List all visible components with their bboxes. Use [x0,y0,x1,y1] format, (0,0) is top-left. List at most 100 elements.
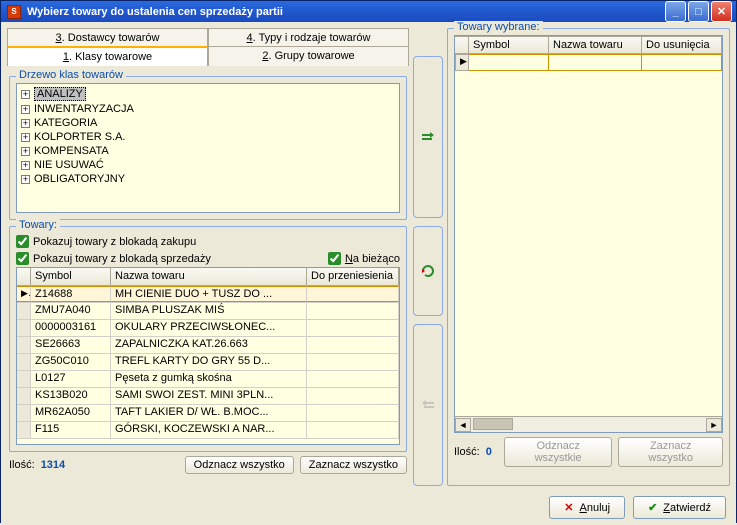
row-indicator [17,405,31,421]
expand-icon[interactable]: + [21,119,30,128]
table-row[interactable]: 0000003161OKULARY PRZECIWSŁONEC... [17,320,399,337]
towary-frame: Towary: Pokazuj towary z blokadą zakupu … [9,226,407,452]
table-row[interactable]: L0127Pęseta z gumką skośna [17,371,399,388]
tab-groups[interactable]: 2. Grupy towarowe [208,46,409,66]
table-row[interactable]: MR62A050TAFT LAKIER D/ WŁ. B.MOC... [17,405,399,422]
anuluj-button[interactable]: ✕Anuluj [549,496,625,519]
sg-header-nazwa[interactable]: Nazwa towaru [549,36,642,54]
bottom-bar: ✕Anuluj ✔Zatwierdź [7,486,730,519]
selected-grid[interactable]: Symbol Nazwa towaru Do usunięcia ▶ [454,35,723,433]
r-odznacz-button: Odznacz wszystkie [504,437,613,467]
expand-icon[interactable]: + [21,105,30,114]
cell-nazwa: TAFT LAKIER D/ WŁ. B.MOC... [111,405,307,421]
grid-header-nazwa[interactable]: Nazwa towaru [111,268,307,285]
expand-icon[interactable]: + [21,175,30,184]
table-row[interactable]: ZMU7A040SIMBA PLUSZAK MIŚ [17,303,399,320]
middle-panel [413,28,443,486]
tree-item[interactable]: +INWENTARYZACJA [21,102,395,116]
cell-symbol: KS13B020 [31,388,111,404]
right-footer: Ilość: 0 Odznacz wszystkie Zaznacz wszys… [454,433,723,467]
cell-symbol: MR62A050 [31,405,111,421]
check-na-biezaco-box[interactable] [328,252,341,265]
grid-header-symbol[interactable]: Symbol [31,268,111,285]
tree-item[interactable]: +KOMPENSATA [21,144,395,158]
tab-classes[interactable]: 1. Klasy towarowe [7,46,208,66]
table-row[interactable]: SE26663ZAPALNICZKA KAT.26.663 [17,337,399,354]
row-indicator [17,371,31,387]
selected-frame: Towary wybrane: Symbol Nazwa towaru Do u… [447,28,730,486]
tab-container: 3. Dostawcy towarów 4. Typy i rodzaje to… [7,28,409,66]
tab-types[interactable]: 4. Typy i rodzaje towarów [208,28,409,47]
zaznacz-wszystko-button[interactable]: Zaznacz wszystko [300,456,407,474]
client-area: 3. Dostawcy towarów 4. Typy i rodzaje to… [1,22,736,525]
sg-empty-row[interactable]: ▶ [455,54,722,71]
row-indicator: ▶ [17,286,31,302]
tab-row-2: 1. Klasy towarowe 2. Grupy towarowe [7,46,409,66]
tree-item[interactable]: +OBLIGATORYJNY [21,172,395,186]
expand-icon[interactable]: + [21,161,30,170]
hscroll-right-icon[interactable]: ► [706,418,722,432]
check-na-biezaco[interactable]: Na bieżąco [328,252,400,265]
main-layout: 3. Dostawcy towarów 4. Typy i rodzaje to… [7,28,730,486]
row-indicator [17,354,31,370]
check-blokada-zakupu[interactable]: Pokazuj towary z blokadą zakupu [16,235,400,248]
cell-nazwa: TREFL KARTY DO GRY 55 D... [111,354,307,370]
towary-grid[interactable]: Symbol Nazwa towaru Do przeniesienia ▶Z1… [16,267,400,445]
tree-item-label: KATEGORIA [34,117,97,129]
check-blokada-sprzedazy[interactable]: Pokazuj towary z blokadą sprzedaży [16,252,211,265]
grid-header-do[interactable]: Do przeniesienia [307,268,399,285]
check-blokada-sprzedazy-box[interactable] [16,252,29,265]
cell-do [307,320,399,336]
sg-header-symbol[interactable]: Symbol [469,36,549,54]
sg-body: ▶ [455,54,722,416]
zatwierdz-button[interactable]: ✔Zatwierdź [633,496,726,519]
cell-symbol: ZG50C010 [31,354,111,370]
move-right-icon[interactable] [418,127,438,147]
table-row[interactable]: KS13B020SAMI SWOI ZEST. MINI 3PLN... [17,388,399,405]
row-indicator [17,337,31,353]
cell-do [307,388,399,404]
check-blokada-zakupu-box[interactable] [16,235,29,248]
tree-item-label: ANALIZY [34,87,86,101]
cell-do [307,286,399,302]
cell-do [307,371,399,387]
left-footer: Ilość: 1314 Odznacz wszystko Zaznacz wsz… [9,452,407,474]
expand-icon[interactable]: + [21,133,30,142]
tree-item[interactable]: +NIE USUWAĆ [21,158,395,172]
cell-do [307,337,399,353]
check-blokada-zakupu-label: Pokazuj towary z blokadą zakupu [33,236,196,248]
tree-item-label: KOLPORTER S.A. [34,131,126,143]
tree-item[interactable]: + KATEGORIA [21,116,395,130]
odznacz-wszystko-button[interactable]: Odznacz wszystko [185,456,294,474]
hscroll-thumb[interactable] [473,418,513,430]
sg-header-indicator [455,36,469,54]
row-indicator [17,422,31,438]
refresh-icon[interactable] [418,261,438,281]
hscroll-left-icon[interactable]: ◄ [455,418,471,432]
tree-item[interactable]: + KOLPORTER S.A. [21,130,395,144]
close-button[interactable]: ✕ [711,1,732,22]
cell-nazwa: Pęseta z gumką skośna [111,371,307,387]
move-left-icon[interactable] [418,395,438,415]
table-row[interactable]: ▶Z14688MH CIENIE DUO + TUSZ DO ... [17,286,399,303]
minimize-button[interactable]: _ [665,1,686,22]
refresh-box [413,226,443,316]
table-row[interactable]: ZG50C010TREFL KARTY DO GRY 55 D... [17,354,399,371]
cell-symbol: ZMU7A040 [31,303,111,319]
selected-frame-title: Towary wybrane: [454,21,543,33]
sg-header-do[interactable]: Do usunięcia [642,36,722,54]
cell-nazwa: SIMBA PLUSZAK MIŚ [111,303,307,319]
table-row[interactable]: F115GÓRSKI, KOCZEWSKI A NAR... [17,422,399,439]
r-ilosc-label: Ilość: [454,446,480,458]
cell-nazwa: GÓRSKI, KOCZEWSKI A NAR... [111,422,307,438]
tree-item[interactable]: + ANALIZY [21,86,395,102]
right-panel: Towary wybrane: Symbol Nazwa towaru Do u… [447,28,730,486]
expand-icon[interactable]: + [21,147,30,156]
class-tree[interactable]: +ANALIZY+INWENTARYZACJA+KATEGORIA+KOLPOR… [16,83,400,213]
maximize-button[interactable]: □ [688,1,709,22]
row-indicator [17,303,31,319]
tab-suppliers[interactable]: 3. Dostawcy towarów [7,28,208,47]
expand-icon[interactable]: + [21,90,30,99]
sg-hscroll[interactable]: ◄ ► [455,416,722,432]
cell-nazwa: MH CIENIE DUO + TUSZ DO ... [111,286,307,302]
